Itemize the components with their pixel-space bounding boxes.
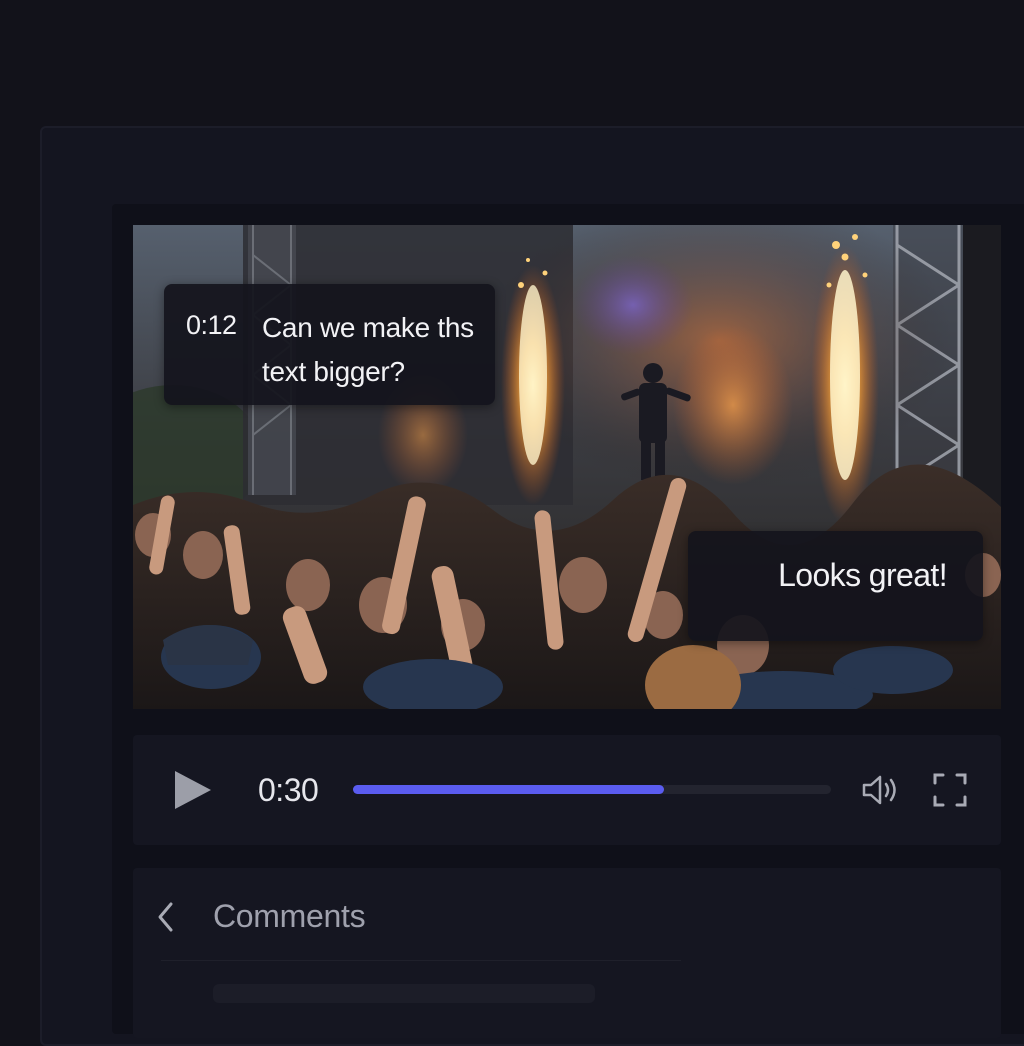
play-icon [175, 771, 211, 809]
fullscreen-icon [933, 773, 967, 807]
play-button[interactable] [173, 769, 213, 811]
player-controls: 0:30 [133, 735, 1001, 845]
volume-icon [862, 775, 896, 805]
comments-panel: Comments [133, 868, 1001, 1038]
fullscreen-button[interactable] [933, 773, 967, 807]
comment-timestamp[interactable]: 0:12 [186, 310, 237, 341]
volume-button[interactable] [861, 773, 901, 807]
chevron-left-icon [158, 902, 173, 932]
comment-text: Looks great! [778, 557, 948, 593]
loading-placeholder [213, 984, 595, 1003]
comments-title: Comments [213, 898, 366, 934]
current-time: 0:30 [258, 772, 319, 808]
progress-fill [353, 785, 664, 794]
comment-text: Can we make ths text bigger? [262, 312, 474, 387]
video-comment-bubble[interactable]: Looks great! [688, 531, 983, 641]
video-comment-bubble[interactable]: 0:12 Can we make ths text bigger? [164, 284, 495, 405]
progress-bar[interactable] [353, 785, 831, 794]
back-button[interactable] [155, 900, 177, 934]
divider [161, 960, 681, 961]
